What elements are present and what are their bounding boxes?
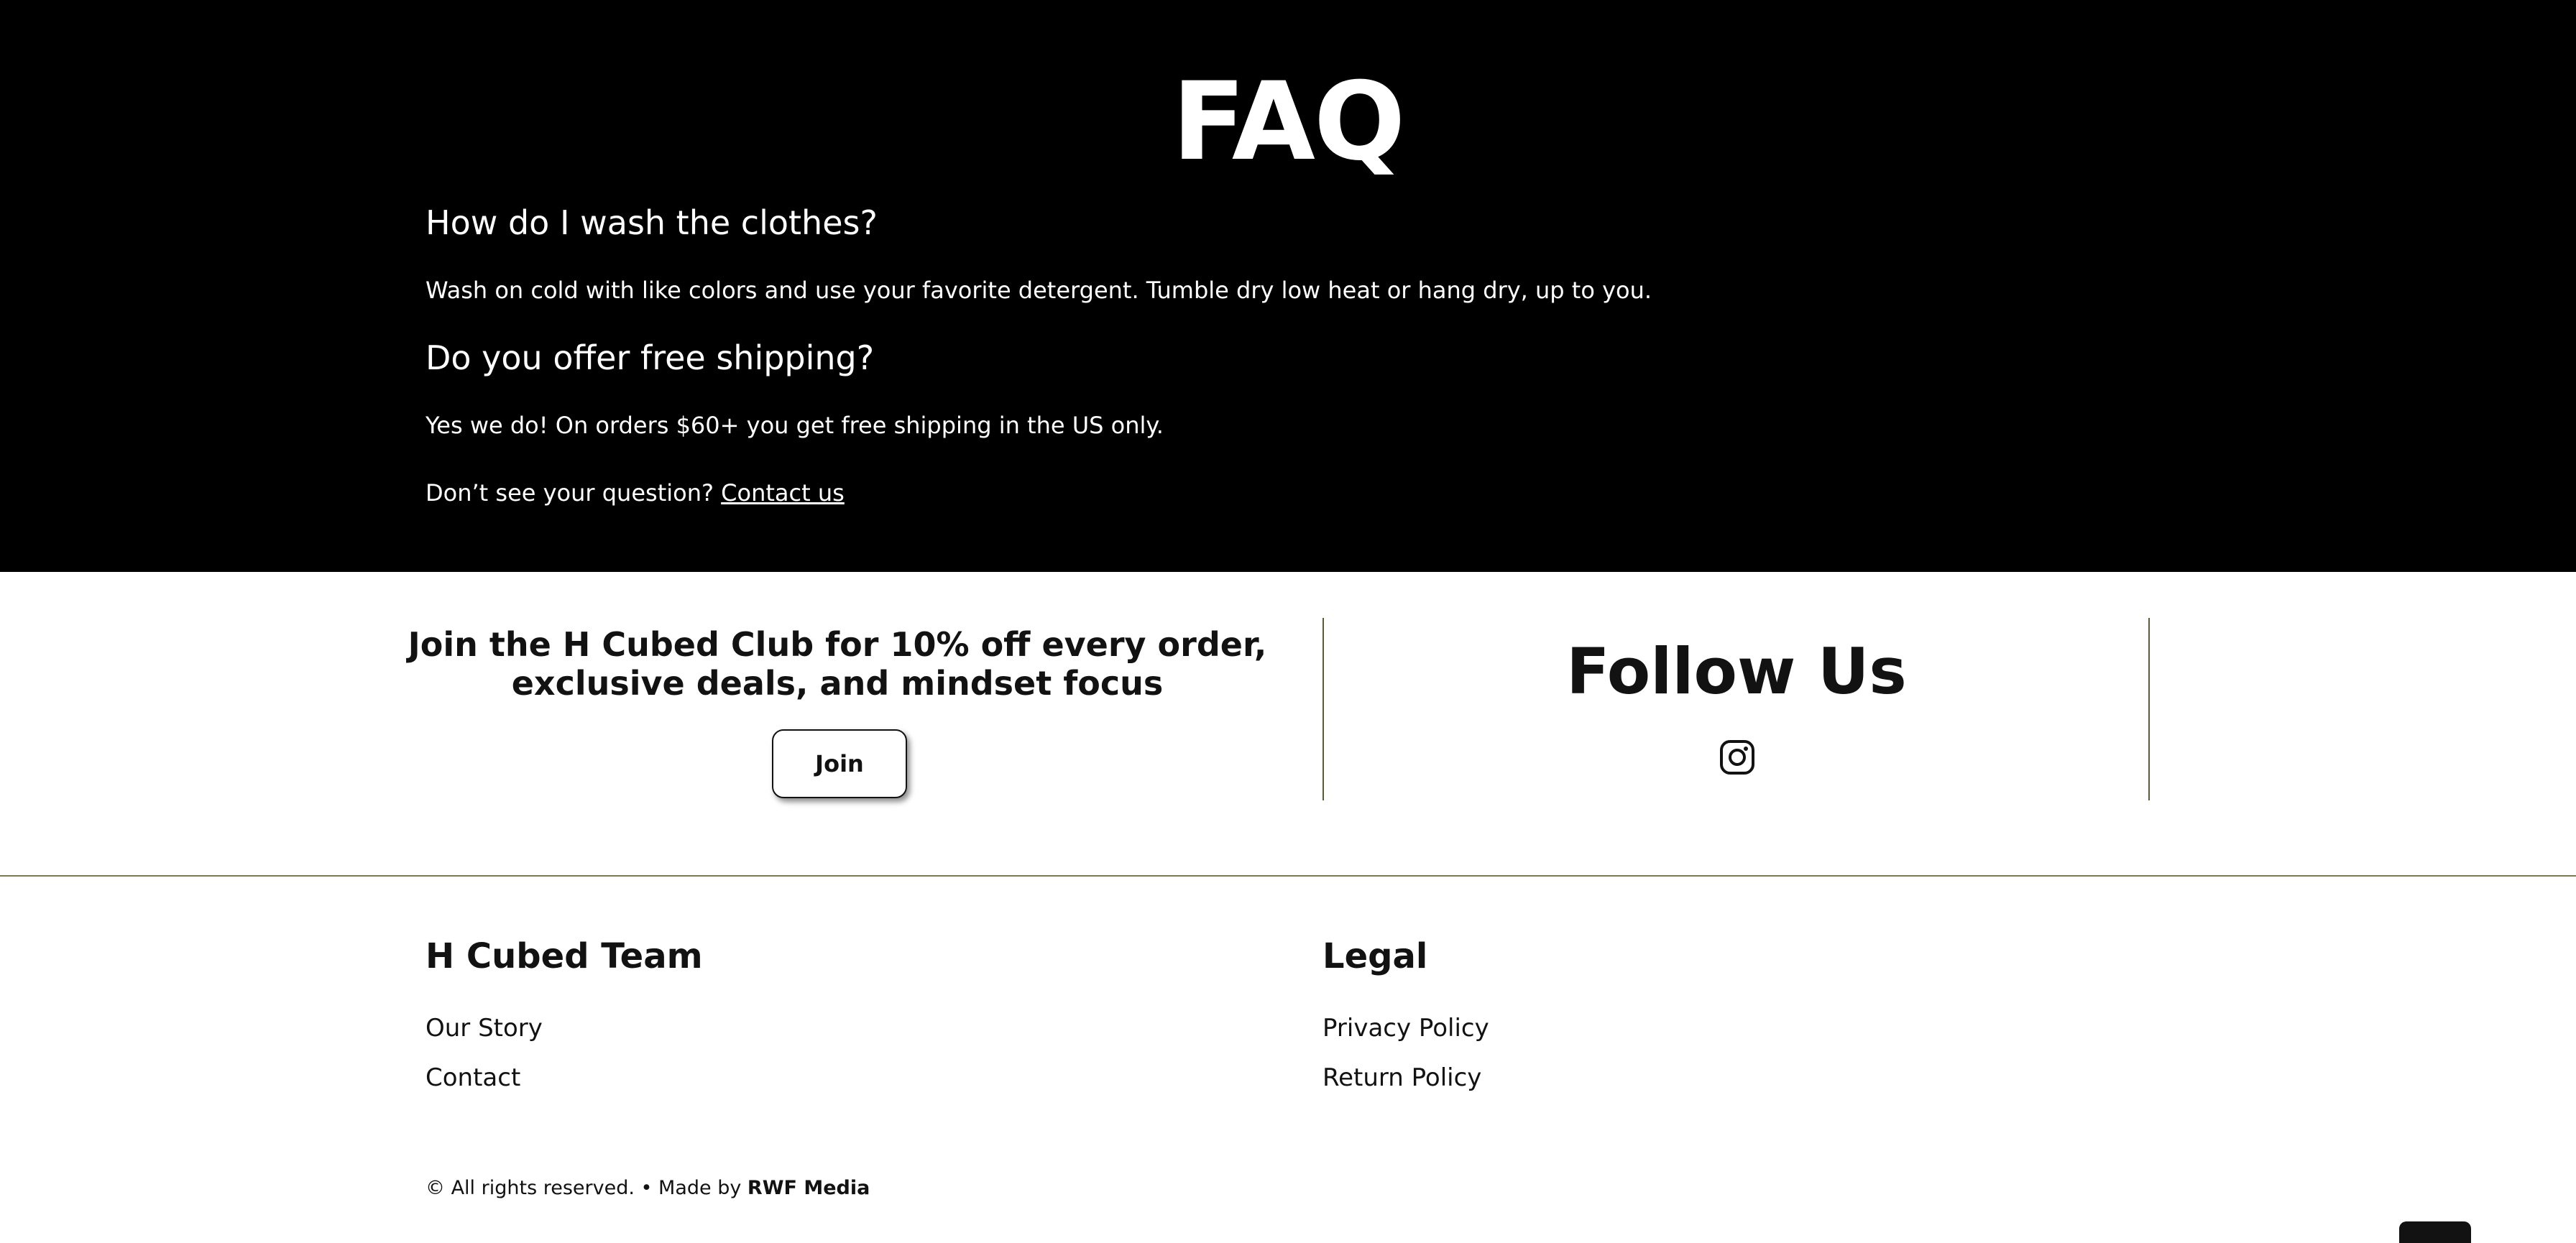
footer-divider <box>0 875 2576 877</box>
privacy-policy-link[interactable]: Privacy Policy <box>1322 1012 1489 1044</box>
faq-answer-1: Wash on cold with like colors and use yo… <box>426 277 1652 304</box>
maker-name: RWF Media <box>747 1177 870 1199</box>
footer-legal-heading: Legal <box>1322 936 1428 976</box>
follow-us-heading: Follow Us <box>1566 634 1907 708</box>
faq-contact-text: Don’t see your question? <box>426 479 714 507</box>
faq-title: FAQ <box>1172 60 1406 185</box>
footer-team-heading: H Cubed Team <box>426 936 703 976</box>
copyright-text: © All rights reserved. • Made by <box>426 1177 742 1199</box>
club-heading-line-1: Join the H Cubed Club for 10% off every … <box>408 625 1267 664</box>
faq-question-1: How do I wash the clothes? <box>426 203 878 242</box>
our-story-link[interactable]: Our Story <box>426 1012 543 1044</box>
faq-answer-2: Yes we do! On orders $60+ you get free s… <box>426 412 1164 439</box>
chat-widget-button[interactable] <box>2399 1221 2471 1243</box>
faq-section: FAQ How do I wash the clothes? Wash on c… <box>0 0 2576 572</box>
instagram-icon-graphic <box>1720 740 1754 775</box>
contact-us-link[interactable]: Contact us <box>721 479 845 507</box>
instagram-icon[interactable] <box>1719 739 1755 775</box>
faq-question-2: Do you offer free shipping? <box>426 338 875 377</box>
return-policy-link[interactable]: Return Policy <box>1322 1062 1481 1094</box>
club-heading: Join the H Cubed Club for 10% off every … <box>402 625 1272 703</box>
join-button[interactable]: Join <box>772 729 907 798</box>
faq-contact-prompt: Don’t see your question? Contact us <box>426 477 845 509</box>
divider-right <box>2148 618 2150 800</box>
contact-link[interactable]: Contact <box>426 1062 520 1094</box>
club-heading-line-2: exclusive deals, and mindset focus <box>511 664 1164 703</box>
copyright-notice: © All rights reserved. • Made by RWF Med… <box>426 1175 870 1201</box>
